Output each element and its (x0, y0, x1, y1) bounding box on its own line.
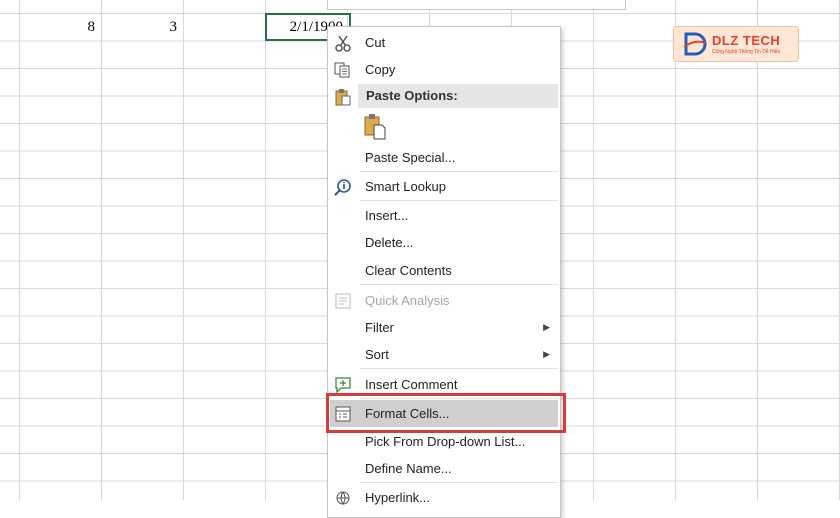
menu-row-paste-options: Paste Options: (328, 83, 560, 109)
menu-item-filter[interactable]: Filter ▶ (328, 314, 560, 341)
menu-label-paste-special: Paste Special... (365, 150, 456, 165)
cell-value-b[interactable]: 3 (101, 13, 183, 41)
menu-separator (360, 368, 558, 369)
menu-label-smart-lookup: Smart Lookup (365, 179, 446, 194)
menu-label-filter: Filter (365, 320, 394, 335)
submenu-arrow-icon: ▶ (543, 322, 550, 332)
menu-item-cut[interactable]: Cut (328, 29, 560, 56)
menu-item-paste-special[interactable]: Paste Special... (328, 144, 560, 171)
menu-item-quick-analysis: Quick Analysis (328, 287, 560, 314)
highlight-annotation-box (326, 393, 566, 433)
top-input-box (327, 0, 626, 10)
cell-value-a[interactable]: 8 (19, 13, 101, 41)
menu-label-define-name: Define Name... (365, 461, 452, 476)
quick-analysis-icon (335, 293, 351, 309)
menu-item-smart-lookup[interactable]: Smart Lookup (328, 173, 560, 200)
paste-clipboard-icon[interactable] (362, 113, 388, 141)
smart-lookup-icon (334, 179, 351, 196)
menu-item-insert[interactable]: Insert... (328, 202, 560, 229)
logo-icon (683, 32, 707, 56)
context-menu: Cut Copy Paste Options: Paste Special... (327, 26, 561, 518)
menu-item-copy[interactable]: Copy (328, 56, 560, 83)
menu-label-quick-analysis: Quick Analysis (365, 293, 450, 308)
menu-separator (360, 284, 558, 285)
brand-logo: DLZ TECH Công Nghệ Thông Tin Dễ Hiểu (673, 26, 799, 62)
menu-label-hyperlink: Hyperlink... (365, 490, 431, 505)
copy-icon (334, 62, 350, 78)
comment-icon (335, 377, 351, 394)
menu-label-copy: Copy (365, 62, 396, 77)
logo-brand-text: DLZ TECH (712, 33, 781, 48)
logo-tagline: Công Nghệ Thông Tin Dễ Hiểu (712, 49, 781, 55)
menu-item-define-name[interactable]: Define Name... (328, 455, 560, 482)
submenu-arrow-icon: ▶ (543, 349, 550, 359)
menu-separator (360, 482, 558, 483)
menu-label-sort: Sort (365, 347, 389, 362)
menu-separator (360, 200, 558, 201)
menu-label-delete: Delete... (365, 235, 414, 250)
menu-item-clear-contents[interactable]: Clear Contents (328, 257, 560, 284)
menu-item-hyperlink[interactable]: Hyperlink... (328, 484, 560, 511)
scissors-icon (335, 35, 351, 52)
paste-options-header: Paste Options: (358, 84, 558, 108)
menu-label-cut: Cut (365, 35, 386, 50)
menu-separator (360, 171, 558, 172)
menu-item-sort[interactable]: Sort ▶ (328, 341, 560, 368)
paste-icon (335, 89, 351, 106)
menu-item-delete[interactable]: Delete... (328, 229, 560, 256)
menu-label-clear-contents: Clear Contents (365, 263, 452, 278)
globe-link-icon (336, 491, 350, 505)
menu-label-insert: Insert... (365, 208, 409, 223)
menu-label-paste-options: Paste Options: (366, 88, 458, 103)
